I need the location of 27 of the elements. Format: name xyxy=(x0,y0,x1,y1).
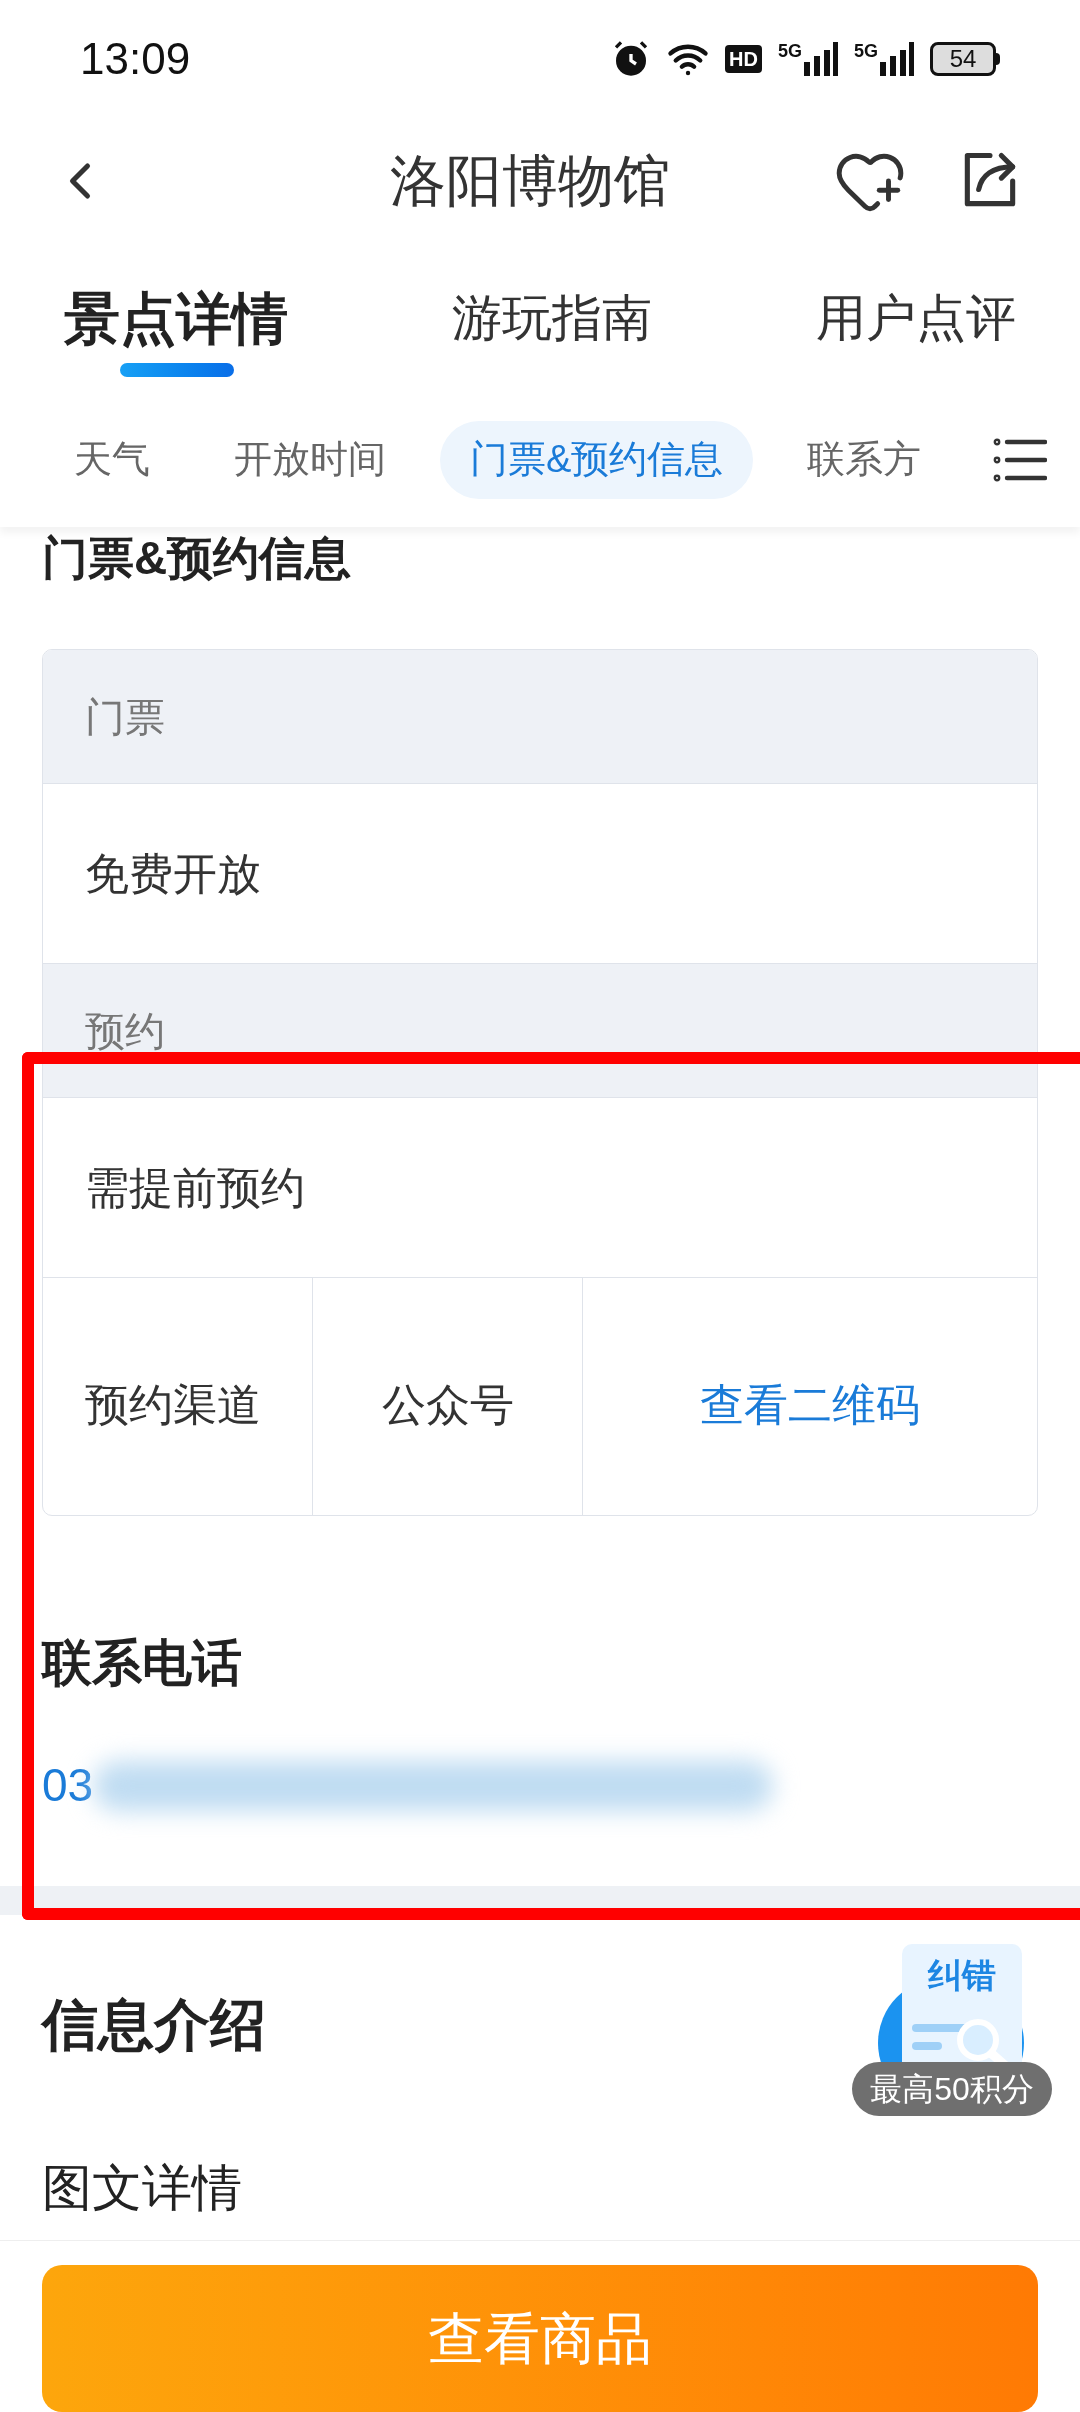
filter-chip[interactable]: 门票&预约信息 xyxy=(440,420,754,499)
tab[interactable]: 游玩指南 xyxy=(452,258,652,379)
qr-code-link[interactable]: 查看二维码 xyxy=(700,1372,920,1439)
network-label: 5G xyxy=(854,41,878,60)
table-cell-text: 需提前预约 xyxy=(85,1161,305,1214)
phone-link[interactable]: 03 xyxy=(42,1751,94,1821)
contact-heading: 联系电话 xyxy=(42,1633,243,1693)
intro-heading: 信息介绍 xyxy=(42,1992,267,2058)
status-time: 13:09 xyxy=(80,32,191,85)
table-cell-text: 免费开放 xyxy=(85,847,261,900)
signal-icon xyxy=(880,41,914,76)
table-cell-text: 预约渠道 xyxy=(85,1379,261,1432)
table-header: 门票 xyxy=(85,693,165,741)
network-label: 5G xyxy=(777,41,802,60)
filter-chip[interactable]: 联系方 xyxy=(777,420,952,499)
hd-label: HD xyxy=(725,44,762,73)
table-header: 预约 xyxy=(85,1007,165,1055)
filter-chip[interactable]: 天气 xyxy=(44,420,180,499)
section-heading: 门票&预约信息 xyxy=(42,530,352,586)
menu-icon xyxy=(993,437,1047,482)
tab[interactable]: 用户点评 xyxy=(816,258,1016,379)
table-cell-text: 公众号 xyxy=(381,1379,514,1432)
page-title: 洛阳博物馆 xyxy=(390,148,670,215)
filter-chip[interactable]: 开放时间 xyxy=(204,420,416,499)
intro-subheading: 图文详情 xyxy=(42,2159,243,2218)
tab[interactable]: 景点详情 xyxy=(64,258,288,379)
signal-icon xyxy=(804,41,838,76)
